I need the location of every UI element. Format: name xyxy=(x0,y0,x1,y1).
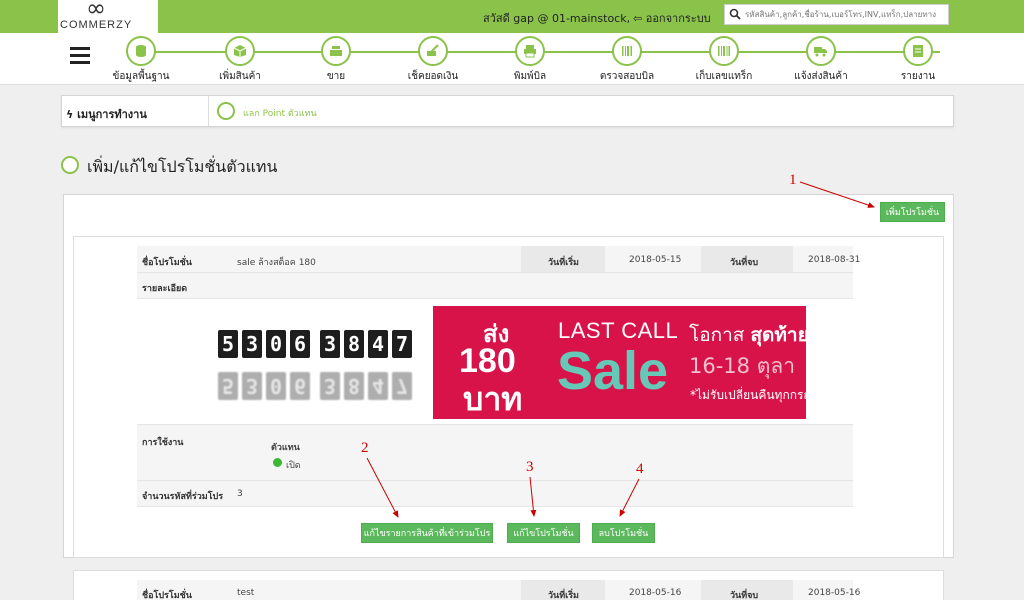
arrow-3 xyxy=(529,476,537,517)
arrow-1 xyxy=(799,181,875,208)
arrow-2 xyxy=(366,457,399,518)
arrow-4 xyxy=(619,478,640,517)
annotation-arrows xyxy=(366,181,875,518)
